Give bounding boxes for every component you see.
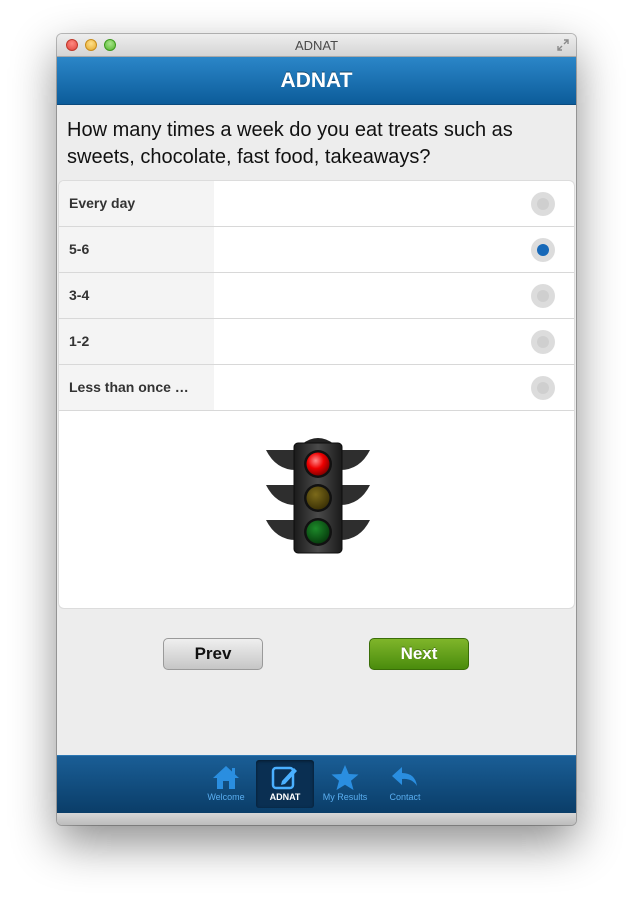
tab-welcome[interactable]: Welcome xyxy=(197,760,255,808)
option-row[interactable]: Every day xyxy=(59,181,574,227)
edit-icon xyxy=(271,766,297,790)
page-title: ADNAT xyxy=(280,69,353,92)
star-icon xyxy=(331,765,359,790)
window-title: ADNAT xyxy=(294,38,339,53)
traffic-light-icon xyxy=(266,434,370,558)
options-card: Every day 5-6 3-4 1-2 Less than once … xyxy=(58,180,575,609)
tab-bar: Welcome ADNAT My Results Contact xyxy=(57,755,576,813)
prev-button[interactable]: Prev xyxy=(163,638,263,670)
tab-adnat[interactable]: ADNAT xyxy=(256,760,314,808)
reply-arrow-icon xyxy=(392,767,417,786)
tab-label: My Results xyxy=(322,792,368,802)
option-label: Every day xyxy=(59,181,214,226)
radio-button[interactable] xyxy=(531,284,555,308)
fullscreen-icon[interactable] xyxy=(556,38,570,52)
option-row[interactable]: Less than once … xyxy=(59,365,574,411)
option-row[interactable]: 3-4 xyxy=(59,273,574,319)
radio-button-selected[interactable] xyxy=(531,238,555,262)
radio-button[interactable] xyxy=(531,376,555,400)
app-window: ADNAT ADNAT How many times a week do you… xyxy=(57,34,576,825)
tab-label: ADNAT xyxy=(269,792,301,802)
home-icon xyxy=(213,766,239,789)
question-text: How many times a week do you eat treats … xyxy=(67,119,513,168)
option-row[interactable]: 5-6 xyxy=(59,227,574,273)
tab-contact[interactable]: Contact xyxy=(376,760,434,808)
next-button[interactable]: Next xyxy=(369,638,469,670)
tab-label: Welcome xyxy=(207,792,245,802)
option-label: 3-4 xyxy=(59,273,214,318)
radio-button[interactable] xyxy=(531,192,555,216)
option-row[interactable]: 1-2 xyxy=(59,319,574,365)
tab-label: Contact xyxy=(389,792,421,802)
option-label: 1-2 xyxy=(59,319,214,364)
window-bottom-bar xyxy=(57,813,576,825)
option-label: Less than once … xyxy=(59,365,214,410)
app-header: ADNAT xyxy=(57,57,576,105)
option-label: 5-6 xyxy=(59,227,214,272)
tab-my-results[interactable]: My Results xyxy=(316,760,374,808)
radio-button[interactable] xyxy=(531,330,555,354)
title-bar: ADNAT xyxy=(57,34,576,57)
